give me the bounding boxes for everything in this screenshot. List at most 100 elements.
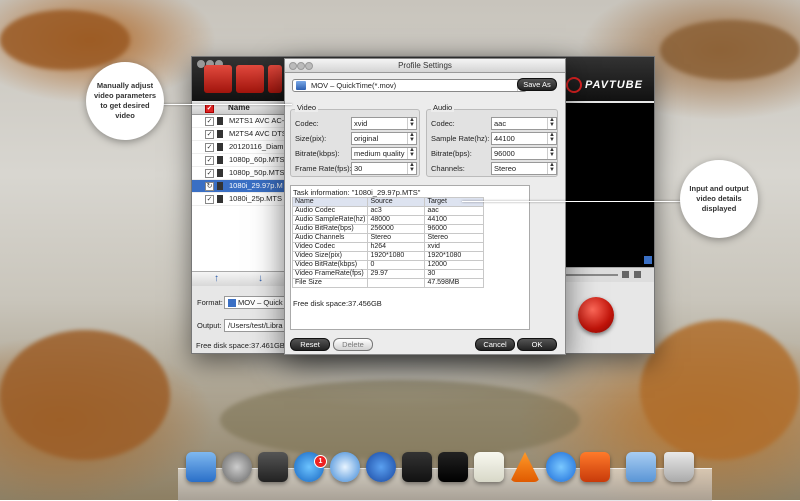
quicktime-icon — [296, 81, 306, 90]
table-cell: xvid — [424, 242, 485, 252]
table-cell: 30 — [424, 269, 485, 279]
video-bitrate-select[interactable]: medium quality ▲ ▼ — [351, 147, 417, 160]
table-cell: File Size — [291, 278, 369, 288]
dialog-titlebar: Profile Settings — [285, 59, 565, 73]
snapshot-icon[interactable] — [622, 271, 629, 278]
delete-button[interactable]: Delete — [333, 338, 373, 351]
profile-select[interactable]: MOV – QuickTime(*.mov) ▲▼ — [292, 79, 527, 92]
table-cell: Audio Channels — [291, 233, 369, 243]
file-checkbox[interactable]: ✓ — [205, 195, 214, 204]
stepper-icon: ▲ ▼ — [547, 132, 556, 144]
list-order-bar: ↑ ↓ — [192, 271, 287, 286]
task-information-title: Task information: "1080i_29.97p.MTS" — [293, 188, 421, 197]
stepper-icon: ▲ ▼ — [547, 162, 556, 174]
table-cell: Video Codec — [291, 242, 369, 252]
activity-monitor-icon[interactable] — [402, 452, 432, 482]
table-cell: 256000 — [367, 224, 426, 234]
audio-bitrate-select[interactable]: 96000 ▲ ▼ — [491, 147, 557, 160]
volume-icon[interactable] — [644, 256, 652, 264]
audio-samplerate-value: 44100 — [494, 134, 515, 143]
table-cell: h264 — [367, 242, 426, 252]
audio-samplerate-label: Sample Rate(hz): — [431, 134, 490, 143]
save-as-button[interactable]: Save As — [517, 78, 557, 91]
film-icon — [217, 156, 223, 164]
file-checkbox[interactable]: ✓ — [205, 117, 214, 126]
file-checkbox[interactable]: ↻ — [205, 182, 214, 191]
video-size-value: original — [354, 134, 379, 143]
film-icon — [217, 195, 223, 203]
table-cell: Audio BitRate(bps) — [291, 224, 369, 234]
video-codec-select[interactable]: xvid ▲ ▼ — [351, 117, 417, 130]
table-header-row: Name Source Target — [291, 197, 485, 207]
file-list-row[interactable]: ✓ 1080p_60p.MTS — [192, 154, 287, 167]
file-list-row[interactable]: ✓ 1080i_25p.MTS — [192, 193, 287, 206]
safari-icon[interactable] — [330, 452, 360, 482]
wallpaper-foliage — [0, 10, 130, 70]
textedit-icon[interactable] — [474, 452, 504, 482]
file-list-row[interactable]: ↻ 1080i_29.97p.M — [192, 180, 287, 193]
add-video-icon[interactable] — [204, 65, 232, 93]
convert-button[interactable] — [578, 297, 614, 333]
dialog-close-button[interactable] — [289, 62, 297, 70]
audio-codec-value: aac — [494, 119, 507, 128]
table-cell: Stereo — [424, 233, 485, 243]
film-icon — [217, 169, 223, 177]
audio-codec-select[interactable]: aac ▲ ▼ — [491, 117, 557, 130]
table-cell: Stereo — [367, 233, 426, 243]
dialog-minimize-button[interactable] — [297, 62, 305, 70]
trash-icon[interactable] — [664, 452, 694, 482]
finder-icon[interactable] — [186, 452, 216, 482]
audio-channels-value: Stereo — [494, 164, 517, 173]
launchpad-icon[interactable] — [222, 452, 252, 482]
file-list-row[interactable]: ✓ 20120116_Diam — [192, 141, 287, 154]
file-checkbox[interactable]: ✓ — [205, 169, 214, 178]
folder-icon[interactable] — [634, 271, 641, 278]
cancel-button[interactable]: Cancel — [475, 338, 515, 351]
video-framerate-select[interactable]: 30 ▲ ▼ — [351, 162, 417, 175]
table-row: Audio SampleRate(hz) 48000 44100 — [291, 215, 485, 225]
task-info-table: Name Source Target Audio Codec ac3 aac Audio S… — [291, 197, 485, 288]
format-value: MOV – Quick — [238, 298, 283, 307]
seek-bar[interactable] — [566, 274, 618, 276]
file-checkbox[interactable]: ✓ — [205, 156, 214, 165]
stepper-icon: ▲ ▼ — [407, 162, 416, 174]
callout-right: Input and output video details displayed — [680, 160, 758, 238]
video-framerate-label: Frame Rate(fps): — [295, 164, 352, 173]
table-row: Audio Channels Stereo Stereo — [291, 233, 485, 243]
pavtube-icon[interactable] — [580, 452, 610, 482]
format-icon — [228, 299, 236, 308]
table-header-cell: Target — [424, 197, 485, 207]
table-cell: aac — [424, 206, 485, 216]
toolbar-button-partial[interactable] — [268, 65, 282, 93]
file-checkbox[interactable]: ✓ — [205, 130, 214, 139]
format-select[interactable]: MOV – Quick — [224, 296, 293, 309]
dialog-title: Profile Settings — [398, 61, 452, 70]
file-list-row[interactable]: ✓ M2TS4 AVC DTS — [192, 128, 287, 141]
reset-button[interactable]: Reset — [290, 338, 330, 351]
file-checkbox[interactable]: ✓ — [205, 143, 214, 152]
move-up-icon[interactable]: ↑ — [214, 273, 219, 284]
applications-folder-icon[interactable] — [626, 452, 656, 482]
add-folder-icon[interactable] — [236, 65, 264, 93]
audio-bitrate-label: Bitrate(bps): — [431, 149, 472, 158]
table-row: Video Size(pix) 1920*1080 1920*1080 — [291, 251, 485, 261]
file-list-row[interactable]: ✓ 1080p_50p.MTS — [192, 167, 287, 180]
select-all-checkbox[interactable]: ✓ — [205, 104, 214, 113]
output-label: Output: — [197, 321, 222, 330]
dialog-zoom-button[interactable] — [305, 62, 313, 70]
audio-channels-select[interactable]: Stereo ▲ ▼ — [491, 162, 557, 175]
move-down-icon[interactable]: ↓ — [258, 273, 263, 284]
output-path-field[interactable]: /Users/test/Libra — [224, 319, 293, 332]
ok-button[interactable]: OK — [517, 338, 557, 351]
info-icon[interactable] — [366, 452, 396, 482]
terminal-icon[interactable] — [438, 452, 468, 482]
app-icon[interactable] — [258, 452, 288, 482]
video-size-select[interactable]: original ▲ ▼ — [351, 132, 417, 145]
audio-samplerate-select[interactable]: 44100 ▲ ▼ — [491, 132, 557, 145]
itunes-icon[interactable] — [546, 452, 576, 482]
video-framerate-value: 30 — [354, 164, 363, 173]
file-name: 20120116_Diam — [229, 142, 284, 151]
video-codec-value: xvid — [354, 119, 368, 128]
file-list-row[interactable]: ✓ M2TS1 AVC AC- — [192, 115, 287, 128]
table-cell: Audio SampleRate(hz) — [291, 215, 369, 225]
